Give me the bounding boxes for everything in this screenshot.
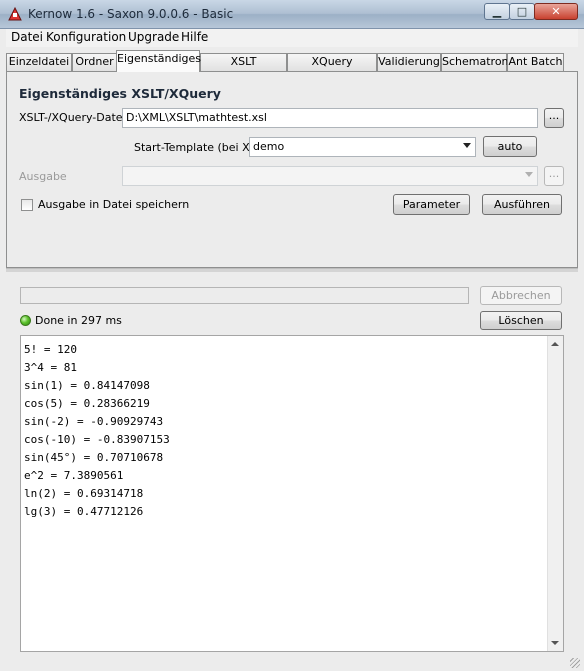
window-title: Kernow 1.6 - Saxon 9.0.0.6 - Basic <box>28 7 234 21</box>
parameter-button[interactable]: Parameter <box>393 194 470 215</box>
status-text: Done in 297 ms <box>35 314 122 327</box>
abort-button[interactable]: Abbrechen <box>480 286 562 305</box>
output-line: 3^4 = 81 <box>24 361 77 374</box>
menu-konfiguration[interactable]: Konfiguration <box>46 30 126 44</box>
app-window: Kernow 1.6 - Saxon 9.0.0.6 - Basic ▁ □ ✕… <box>0 0 584 671</box>
tab-xquery-sandbox[interactable]: XQuery Sandbox <box>287 53 377 84</box>
menu-bar: Datei Konfiguration Upgrade Hilfe <box>6 29 578 47</box>
tab-eigenstaendiges[interactable]: Eigenständiges <box>116 50 201 72</box>
template-dropdown[interactable]: demo <box>249 137 476 157</box>
vertical-scrollbar[interactable] <box>547 336 563 651</box>
output-line: cos(5) = 0.28366219 <box>24 397 150 410</box>
status-ok-icon <box>20 315 31 326</box>
output-line: sin(45°) = 0.70710678 <box>24 451 164 464</box>
template-value: demo <box>253 140 285 153</box>
title-bar[interactable]: Kernow 1.6 - Saxon 9.0.0.6 - Basic ▁ □ ✕ <box>0 0 584 29</box>
app-icon <box>8 7 22 21</box>
maximize-button[interactable]: □ <box>509 3 535 20</box>
output-line: sin(-2) = -0.90929743 <box>24 415 164 428</box>
output-line: sin(1) = 0.84147098 <box>24 379 150 392</box>
close-button[interactable]: ✕ <box>534 3 578 20</box>
save-to-file-label: Ausgabe in Datei speichern <box>38 198 190 211</box>
tab-bar: Einzeldatei Ordner Eigenständiges XSLT S… <box>6 50 578 84</box>
output-text-area[interactable]: 5! = 120 3^4 = 81 sin(1) = 0.84147098 co… <box>20 335 564 652</box>
menu-upgrade[interactable]: Upgrade <box>128 30 179 44</box>
file-path-input[interactable]: D:\XML\XSLT\mathtest.xsl <box>122 108 538 128</box>
minimize-button[interactable]: ▁ <box>484 3 510 20</box>
maximize-icon: □ <box>516 5 528 18</box>
file-label: XSLT-/XQuery-Datei <box>19 111 126 124</box>
tab-validierung[interactable]: Validierung <box>377 53 441 71</box>
output-line: lg(3) = 0.47712126 <box>24 505 144 518</box>
tab-ant-batch[interactable]: Ant Batch <box>507 53 564 71</box>
menu-datei[interactable]: Datei <box>11 30 43 44</box>
file-path-value: D:\XML\XSLT\mathtest.xsl <box>126 111 267 124</box>
split-pane-divider[interactable] <box>6 268 578 272</box>
scroll-down-icon[interactable] <box>551 641 559 645</box>
section-title: Eigenständiges XSLT/XQuery <box>19 86 221 101</box>
output-label: Ausgabe <box>19 170 67 183</box>
output-path-input[interactable] <box>122 166 538 186</box>
output-line: e^2 = 7.3890561 <box>24 469 124 482</box>
chevron-down-icon <box>525 172 533 177</box>
output-line: ln(2) = 0.69314718 <box>24 487 144 500</box>
close-icon: ✕ <box>551 5 561 18</box>
tab-ordner[interactable]: Ordner <box>72 53 117 71</box>
browse-file-button[interactable]: ... <box>544 108 564 128</box>
browse-output-button[interactable]: ... <box>544 166 564 186</box>
output-line: 5! = 120 <box>24 343 77 356</box>
output-lines: 5! = 120 3^4 = 81 sin(1) = 0.84147098 co… <box>24 341 170 521</box>
tab-schematron[interactable]: Schematron <box>441 53 509 71</box>
resize-grip-icon[interactable] <box>570 658 580 668</box>
progress-bar <box>20 287 469 304</box>
scroll-up-icon[interactable] <box>551 342 559 346</box>
tab-content-panel: Eigenständiges XSLT/XQuery XSLT-/XQuery-… <box>6 71 578 268</box>
minimize-icon: ▁ <box>492 5 502 18</box>
tab-einzeldatei[interactable]: Einzeldatei <box>6 53 72 71</box>
output-line: cos(-10) = -0.83907153 <box>24 433 170 446</box>
run-button[interactable]: Ausführen <box>482 194 562 215</box>
clear-button[interactable]: Löschen <box>480 311 562 330</box>
menu-hilfe[interactable]: Hilfe <box>181 30 208 44</box>
tab-xslt-spielwiese[interactable]: XSLT Spielwiese <box>200 53 287 84</box>
auto-button[interactable]: auto <box>483 136 537 157</box>
chevron-down-icon <box>463 143 471 148</box>
save-to-file-checkbox[interactable] <box>21 199 33 211</box>
